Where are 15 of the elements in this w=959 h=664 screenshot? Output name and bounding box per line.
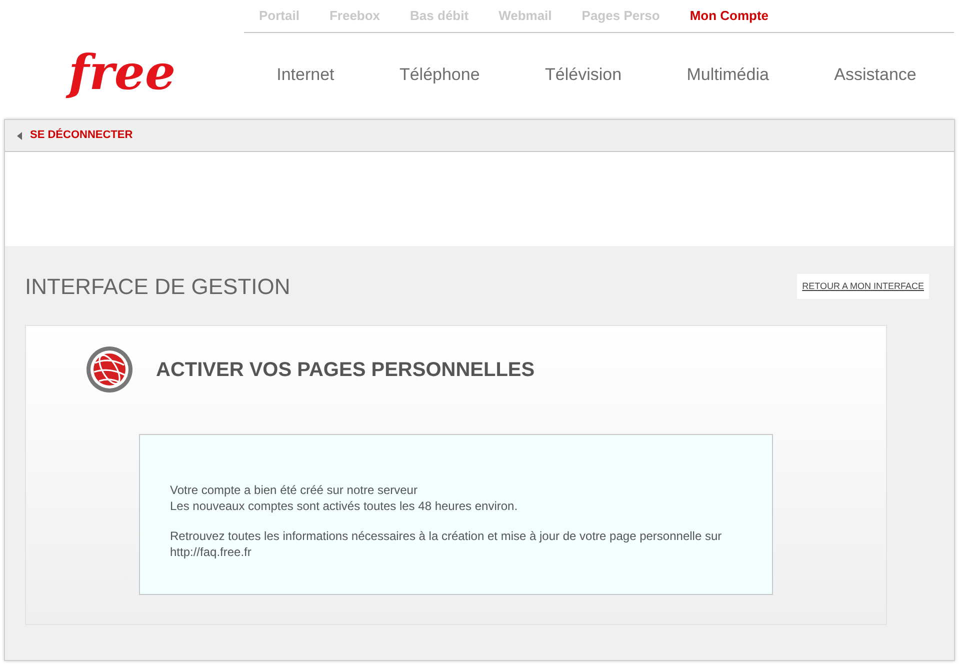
message-text: Retrouvez toutes les informations nécessaires à la création et mise à jour de votre page personnelle sur http://faq.free.fr: [170, 528, 723, 560]
main-nav-link[interactable]: Internet: [276, 62, 334, 88]
main-nav-link[interactable]: Télévision: [545, 62, 622, 88]
main-nav-link[interactable]: Téléphone: [399, 62, 480, 88]
globe-icon: [85, 345, 134, 394]
logout-link[interactable]: SE DÉCONNECTER: [30, 127, 133, 144]
back-link[interactable]: RETOUR A MON INTERFACE: [797, 274, 929, 300]
main-nav-link[interactable]: Assistance: [834, 62, 916, 88]
caret-icon: [17, 132, 22, 140]
page-title: INTERFACE DE GESTION: [25, 273, 290, 301]
top-nav-link[interactable]: Mon Compte: [690, 6, 769, 26]
main-nav-link[interactable]: Multimédia: [686, 62, 769, 88]
card-heading: ACTIVER VOS PAGES PERSONNELLES: [156, 358, 535, 382]
message-text: Votre compte a bien été créé sur notre serveur Les nouveaux comptes sont activés toutes les 48 heures environ.: [170, 482, 519, 514]
logo[interactable]: free: [68, 49, 176, 97]
